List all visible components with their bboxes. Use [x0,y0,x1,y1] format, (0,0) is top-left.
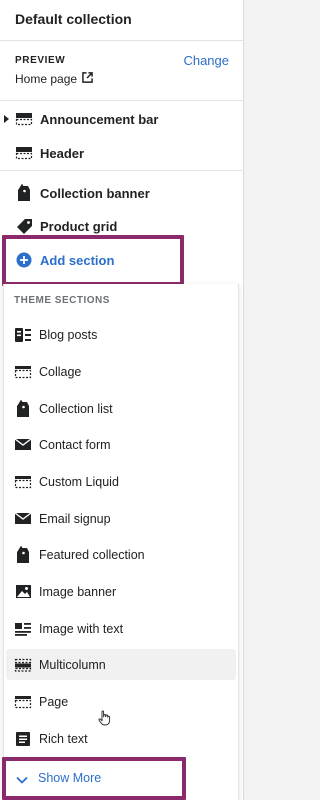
section-outline-icon [14,473,32,491]
page-title: Default collection [15,11,132,27]
collection-tag-icon [14,545,32,564]
dropdown-item-collection-list[interactable]: Collection list [6,393,236,424]
dropdown-item-page[interactable]: Page [6,686,236,717]
hand-cursor-icon [98,710,112,731]
theme-sections-dropdown: THEME SECTIONS Blog posts Collage Collec… [3,284,239,800]
image-text-icon [14,620,32,638]
divider [0,170,244,171]
section-outline-icon [14,656,32,674]
section-item-label: Header [40,145,85,161]
preview-page[interactable]: Home page [15,72,93,86]
dropdown-item-image-banner[interactable]: Image banner [6,576,236,607]
dropdown-item-email-signup[interactable]: Email signup [6,503,236,534]
show-more-label: Show More [38,771,102,785]
dropdown-item-label: Image with text [39,621,124,636]
envelope-icon [14,510,32,528]
blog-icon [14,326,32,344]
dropdown-item-label: Collection list [39,401,113,416]
dropdown-item-label: Email signup [39,511,111,526]
dropdown-item-label: Multicolumn [39,657,106,672]
section-item-announcement-bar[interactable]: Announcement bar [0,104,244,134]
change-preview-link[interactable]: Change [183,53,229,68]
section-item-label: Announcement bar [40,111,159,127]
dropdown-item-blog-posts[interactable]: Blog posts [6,319,236,350]
collection-tag-icon [15,184,33,202]
dropdown-item-label: Rich text [39,731,88,746]
section-outline-icon [15,110,33,128]
section-item-header[interactable]: Header [0,138,244,168]
dropdown-item-collage[interactable]: Collage [6,356,236,387]
section-item-label: Collection banner [40,185,150,201]
chevron-down-icon [16,771,28,789]
divider [0,40,244,41]
dropdown-item-label: Blog posts [39,327,98,342]
rich-text-icon [14,730,32,748]
section-outline-icon [14,693,32,711]
envelope-icon [14,436,32,454]
dropdown-item-rich-text[interactable]: Rich text [6,723,236,754]
collection-tag-icon [14,399,32,418]
plus-circle-icon [15,251,33,269]
dropdown-item-label: Featured collection [39,547,145,562]
dropdown-item-multicolumn[interactable]: Multicolumn [6,649,236,680]
price-tag-icon [15,217,33,235]
divider [0,100,244,101]
add-section-button[interactable]: Add section [0,245,244,275]
header-icon [15,144,33,162]
section-item-label: Product grid [40,218,118,234]
dropdown-heading: THEME SECTIONS [14,295,110,306]
dropdown-item-label: Custom Liquid [39,474,119,489]
caret-right-icon[interactable] [4,115,9,123]
show-more-button[interactable]: Show More [10,763,180,793]
preview-page-label: Home page [15,72,78,86]
preview-label: PREVIEW [15,55,66,66]
dropdown-item-label: Collage [39,364,82,379]
dropdown-item-custom-liquid[interactable]: Custom Liquid [6,466,236,497]
dropdown-item-label: Contact form [39,437,111,452]
external-link-icon [82,72,93,86]
section-outline-icon [14,363,32,381]
section-item-product-grid[interactable]: Product grid [0,211,244,241]
image-icon [14,583,32,601]
dropdown-item-image-with-text[interactable]: Image with text [6,613,236,644]
dropdown-item-contact-form[interactable]: Contact form [6,429,236,460]
section-item-collection-banner[interactable]: Collection banner [0,178,244,208]
dropdown-item-label: Image banner [39,584,117,599]
add-section-label: Add section [40,252,115,268]
dropdown-item-label: Page [39,694,69,709]
dropdown-item-featured-collection[interactable]: Featured collection [6,539,236,570]
